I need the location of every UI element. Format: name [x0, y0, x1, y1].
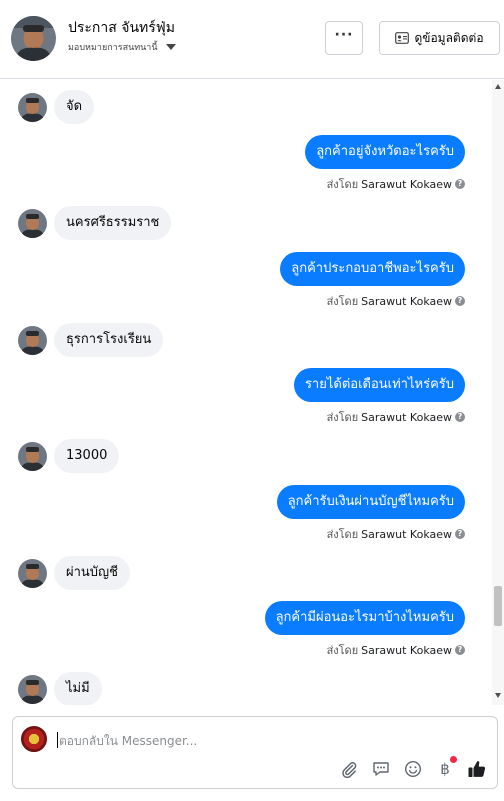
composer-toolbar: ฿ — [339, 756, 487, 779]
contact-card-icon — [395, 32, 410, 44]
incoming-message-bubble[interactable]: จัด — [54, 90, 95, 124]
assign-conversation[interactable]: มอบหมายการสนทนานี้ — [68, 40, 176, 54]
sender-name: Sarawut Kokaew — [361, 527, 452, 541]
paperclip-icon — [342, 762, 357, 778]
message-row-incoming: นครศรีธรรมราช — [18, 206, 172, 240]
page-avatar — [21, 726, 47, 752]
more-dots-icon: ··· — [334, 27, 354, 43]
baht-icon: ฿ — [440, 760, 450, 778]
sent-by-label: ส่งโดย Sarawut Kokaew ? — [327, 525, 465, 543]
help-icon[interactable]: ? — [455, 529, 465, 539]
payment-button[interactable]: ฿ — [435, 756, 457, 779]
message-row-incoming: ธุรการโรงเรียน — [18, 323, 164, 357]
assign-conversation-label: มอบหมายการสนทนานี้ — [68, 43, 158, 53]
sent-by-label: ส่งโดย Sarawut Kokaew ? — [327, 641, 465, 659]
contact-mini-avatar — [18, 92, 47, 122]
help-icon[interactable]: ? — [455, 179, 465, 189]
sender-name: Sarawut Kokaew — [361, 294, 452, 308]
sender-name: Sarawut Kokaew — [361, 177, 452, 191]
scroll-down-arrow-icon[interactable] — [495, 693, 501, 698]
incoming-message-bubble[interactable]: นครศรีธรรมราช — [54, 206, 172, 240]
contact-mini-avatar — [18, 441, 47, 471]
sent-by-prefix: ส่งโดย — [326, 411, 359, 424]
help-icon[interactable]: ? — [455, 296, 465, 306]
outgoing-message-bubble[interactable]: รายได้ต่อเดือนเท่าไหร่ครับ — [293, 368, 465, 402]
sent-by-label: ส่งโดย Sarawut Kokaew ? — [327, 408, 465, 426]
sender-name: Sarawut Kokaew — [361, 410, 452, 424]
send-like-button[interactable] — [467, 759, 487, 779]
sent-by-prefix: ส่งโดย — [326, 178, 359, 191]
sent-by-prefix: ส่งโดย — [326, 528, 359, 541]
outgoing-message-bubble[interactable]: ลูกค้ารับเงินผ่านบัญชีไหมครับ — [276, 485, 465, 519]
scroll-up-arrow-icon[interactable] — [495, 84, 501, 89]
outgoing-message-bubble[interactable]: ลูกค้าประกอบอาชีพอะไรครับ — [280, 252, 465, 286]
sender-name: Sarawut Kokaew — [361, 643, 452, 657]
sent-by-label: ส่งโดย Sarawut Kokaew ? — [327, 175, 465, 193]
message-row-incoming: จัด — [18, 90, 95, 124]
outgoing-message-bubble[interactable]: ลูกค้ามีผ่อนอะไรมาบ้างไหมครับ — [264, 601, 465, 635]
help-icon[interactable]: ? — [455, 645, 465, 655]
reply-composer: ตอบกลับใน Messenger... ฿ — [12, 716, 498, 789]
help-icon[interactable]: ? — [455, 412, 465, 422]
message-row-incoming: ผ่านบัญชี — [18, 556, 130, 590]
message-thread[interactable]: จัด ลูกค้าอยู่จังหวัดอะไรครับ ส่งโดย Sar… — [0, 80, 504, 705]
thumbs-up-icon — [468, 761, 486, 777]
contact-mini-avatar — [18, 674, 47, 704]
contact-mini-avatar — [18, 208, 47, 238]
saved-replies-button[interactable] — [371, 759, 391, 779]
smiley-icon — [404, 760, 422, 778]
sent-by-prefix: ส่งโดย — [326, 644, 359, 657]
sent-by-prefix: ส่งโดย — [326, 295, 359, 308]
outgoing-message-bubble[interactable]: ลูกค้าอยู่จังหวัดอะไรครับ — [305, 135, 465, 169]
contact-mini-avatar — [18, 558, 47, 588]
chat-bubble-icon — [373, 762, 389, 776]
contact-name[interactable]: ประกาส จันทร์ฟุ่ม — [68, 17, 175, 39]
scrollbar-thumb[interactable] — [494, 586, 502, 626]
incoming-message-bubble[interactable]: ไม่มี — [54, 672, 102, 705]
view-contact-info-button[interactable]: ดูข้อมูลติดต่อ — [379, 21, 500, 55]
contact-mini-avatar — [18, 325, 47, 355]
incoming-message-bubble[interactable]: ผ่านบัญชี — [54, 556, 130, 590]
conversation-header: ประกาส จันทร์ฟุ่ม มอบหมายการสนทนานี้ ···… — [0, 0, 504, 79]
sent-by-label: ส่งโดย Sarawut Kokaew ? — [327, 292, 465, 310]
emoji-button[interactable] — [403, 759, 423, 779]
incoming-message-bubble[interactable]: ธุรการโรงเรียน — [54, 323, 164, 357]
attach-file-button[interactable] — [339, 759, 359, 779]
message-row-incoming: 13000 — [18, 439, 120, 473]
reply-input[interactable]: ตอบกลับใน Messenger... — [59, 732, 197, 751]
more-options-button[interactable]: ··· — [325, 21, 363, 55]
contact-avatar[interactable] — [11, 16, 56, 61]
incoming-message-bubble[interactable]: 13000 — [54, 439, 120, 473]
caret-down-icon — [165, 44, 176, 50]
view-contact-info-label: ดูข้อมูลติดต่อ — [414, 30, 484, 45]
text-cursor — [57, 732, 58, 748]
message-row-incoming: ไม่มี — [18, 672, 102, 705]
notification-dot — [450, 756, 457, 763]
